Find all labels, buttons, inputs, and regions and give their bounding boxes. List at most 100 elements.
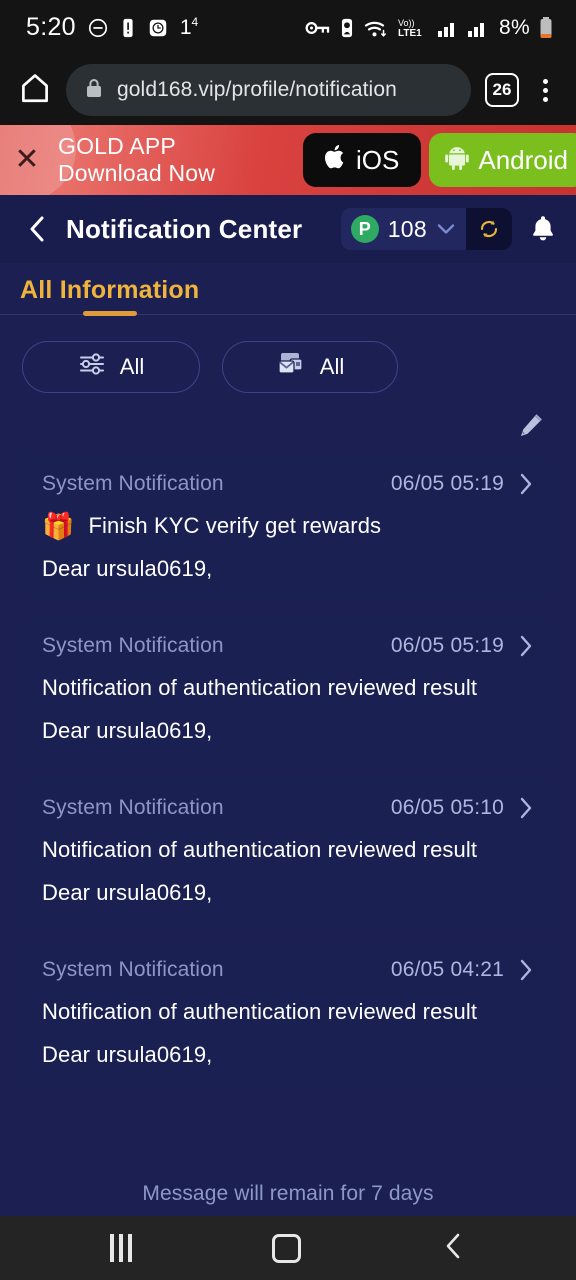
url-text: gold168.vip/profile/notification: [117, 78, 397, 101]
temperature-value: 1: [179, 16, 192, 39]
notification-time: 06/05 04:21: [390, 958, 504, 981]
kebab-menu-icon[interactable]: [533, 75, 558, 106]
edit-row: [0, 393, 576, 454]
header-actions: P 108: [340, 208, 558, 250]
card-header: System Notification 06/05 05:10: [42, 796, 534, 820]
tab-count-button[interactable]: 26: [485, 73, 519, 107]
tab-active-underline: [82, 311, 137, 316]
close-icon[interactable]: ✕: [0, 145, 54, 175]
table-row[interactable]: System Notification 06/05 05:19 🎁 Finish…: [20, 454, 556, 602]
volte-icon: Vo)) LTE1: [397, 16, 429, 40]
tab-strip: All Information: [0, 263, 576, 316]
mail-stack-icon: [276, 350, 306, 384]
notification-title-row: 🎁 Finish KYC verify get rewards: [42, 513, 534, 539]
points-balance[interactable]: P 108: [340, 208, 512, 250]
table-row[interactable]: System Notification 06/05 05:19 Notifica…: [20, 616, 556, 764]
chevron-right-icon[interactable]: [518, 472, 534, 496]
notification-body: Dear ursula0619,: [42, 718, 213, 743]
filter-status-button[interactable]: All: [222, 341, 398, 393]
notification-title-row: Notification of authentication reviewed …: [42, 675, 534, 701]
battery-percent-label: 8%: [499, 15, 530, 39]
notification-source: System Notification: [42, 634, 224, 657]
back-icon[interactable]: [442, 1231, 466, 1266]
address-bar[interactable]: gold168.vip/profile/notification: [66, 64, 471, 116]
notification-time: 06/05 05:10: [390, 796, 504, 819]
notification-title: Notification of authentication reviewed …: [42, 675, 478, 700]
status-bar-right: Vo)) LTE1 8%: [305, 16, 554, 40]
filter-type-label: All: [119, 354, 145, 379]
banner-buttons: iOS Android: [303, 133, 576, 187]
android-label: Android: [478, 144, 568, 175]
app-download-banner: ✕ GOLD APP Download Now iOS Android: [0, 125, 576, 195]
temperature-unit: 4: [191, 15, 199, 29]
battery-saver-icon: [120, 17, 136, 39]
notification-time: 06/05 05:19: [390, 634, 504, 657]
tab-all-information[interactable]: All Information: [20, 276, 200, 316]
banner-subtitle: Download Now: [58, 160, 216, 186]
status-bar: 5:20 14 Vo)) LTE1 8%: [0, 0, 576, 55]
gift-icon: 🎁: [42, 511, 75, 541]
download-ios-button[interactable]: iOS: [303, 133, 422, 187]
card-header: System Notification 06/05 05:19: [42, 472, 534, 496]
browser-toolbar: gold168.vip/profile/notification 26: [0, 55, 576, 125]
filter-status-label: All: [319, 354, 345, 379]
notification-title-row: Notification of authentication reviewed …: [42, 837, 534, 863]
notification-body: Dear ursula0619,: [42, 880, 213, 905]
pencil-edit-icon[interactable]: [516, 410, 546, 445]
banner-title: GOLD APP: [58, 132, 176, 159]
notification-title: Notification of authentication reviewed …: [42, 837, 478, 862]
home-icon[interactable]: [18, 71, 52, 110]
battery-icon: [538, 16, 554, 40]
apple-icon: [324, 144, 347, 177]
wifi-icon: [363, 17, 389, 39]
signal-bars-icon-2: [467, 18, 489, 38]
svg-text:LTE1: LTE1: [398, 28, 422, 39]
sliders-filter-icon: [78, 351, 106, 383]
dnd-icon: [87, 17, 109, 39]
ios-label: iOS: [356, 144, 400, 175]
card-header: System Notification 06/05 04:21: [42, 958, 534, 982]
phone-screen: 5:20 14 Vo)) LTE1 8% gold168.vip/profile…: [0, 0, 576, 1280]
table-row[interactable]: System Notification 06/05 04:21 Notifica…: [20, 940, 556, 1088]
notification-body: Dear ursula0619,: [42, 556, 213, 581]
filter-row: All All: [0, 315, 576, 393]
retention-note: Message will remain for 7 days: [142, 1182, 434, 1205]
chevron-right-icon[interactable]: [518, 634, 534, 658]
points-value: 108: [387, 215, 427, 242]
page-title: Notification Center: [66, 213, 303, 244]
notification-source: System Notification: [42, 958, 224, 981]
chevron-right-icon[interactable]: [518, 958, 534, 982]
chevron-right-icon[interactable]: [518, 796, 534, 820]
lock-icon: [84, 77, 104, 104]
chevron-down-icon[interactable]: [437, 223, 455, 235]
notification-title: Notification of authentication reviewed …: [42, 999, 478, 1024]
nfc-icon: [339, 17, 355, 39]
android-nav-bar: [0, 1216, 576, 1280]
table-row[interactable]: System Notification 06/05 05:10 Notifica…: [20, 778, 556, 926]
notification-title: Finish KYC verify get rewards: [88, 513, 382, 538]
home-square-icon[interactable]: [272, 1233, 302, 1263]
filter-type-button[interactable]: All: [22, 341, 200, 393]
back-chevron-icon[interactable]: [24, 214, 52, 244]
status-bar-left: 5:20 14: [26, 13, 198, 42]
banner-text: GOLD APP Download Now: [58, 133, 215, 187]
notification-source: System Notification: [42, 796, 224, 819]
points-currency-icon: P: [350, 215, 379, 243]
signal-bars-icon: [437, 18, 459, 38]
recents-icon[interactable]: [110, 1234, 133, 1262]
app-header: Notification Center P 108: [0, 195, 576, 263]
temperature-indicator: 14: [180, 15, 198, 40]
notification-source: System Notification: [42, 472, 224, 495]
download-android-button[interactable]: Android: [429, 133, 576, 187]
notification-body: Dear ursula0619,: [42, 1042, 213, 1067]
refresh-icon[interactable]: [466, 208, 512, 250]
bell-icon[interactable]: [528, 213, 558, 245]
card-header: System Notification 06/05 05:19: [42, 634, 534, 658]
vpn-key-icon: [305, 18, 331, 38]
tab-label: All Information: [20, 276, 200, 304]
clock: 5:20: [26, 13, 76, 41]
notification-time: 06/05 05:19: [390, 472, 504, 495]
svg-text:Vo)): Vo)): [398, 18, 415, 28]
android-icon: [445, 144, 470, 177]
alarm-icon: [147, 17, 169, 39]
